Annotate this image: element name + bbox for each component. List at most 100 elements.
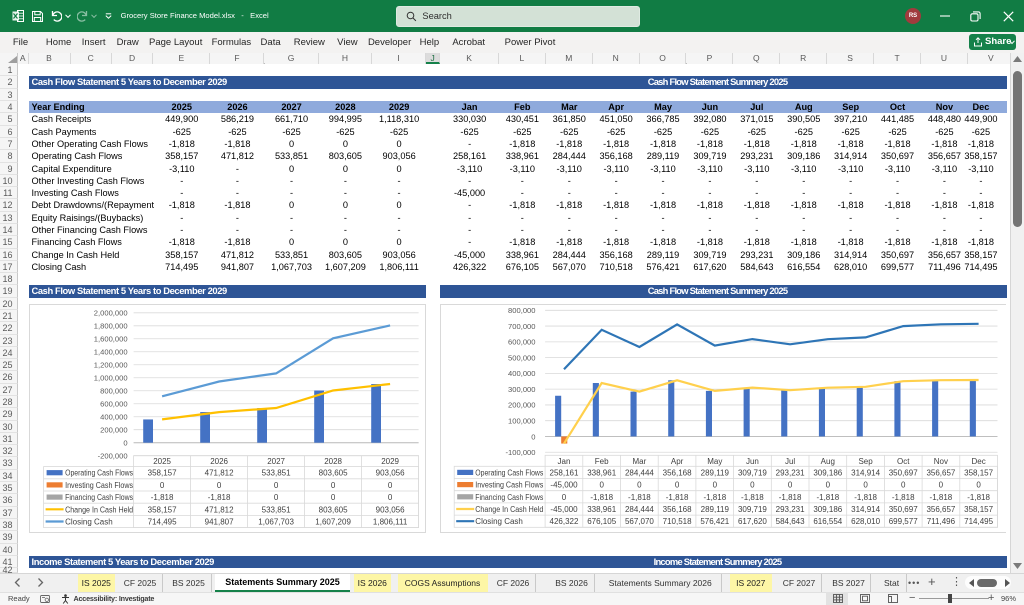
svg-text:314,914: 314,914 xyxy=(851,505,880,514)
svg-text:May: May xyxy=(707,457,722,466)
svg-text:0: 0 xyxy=(274,493,279,502)
svg-text:0: 0 xyxy=(825,481,830,490)
svg-text:309,186: 309,186 xyxy=(813,505,842,514)
svg-text:-1,818: -1,818 xyxy=(967,493,990,502)
svg-text:1,607,209: 1,607,209 xyxy=(315,518,351,527)
svg-text:2028: 2028 xyxy=(324,457,342,466)
svg-text:2026: 2026 xyxy=(210,457,228,466)
svg-text:Jul: Jul xyxy=(784,457,794,466)
svg-text:Closing Cash: Closing Cash xyxy=(475,517,523,526)
svg-text:338,961: 338,961 xyxy=(587,469,616,478)
svg-text:-200,000: -200,000 xyxy=(98,452,128,461)
svg-text:Jun: Jun xyxy=(745,457,758,466)
svg-text:Investing Cash Flows: Investing Cash Flows xyxy=(65,481,133,490)
svg-text:0: 0 xyxy=(331,481,336,490)
svg-text:-1,818: -1,818 xyxy=(891,493,914,502)
svg-text:Aug: Aug xyxy=(820,457,834,466)
svg-text:100,000: 100,000 xyxy=(508,417,535,426)
svg-text:356,168: 356,168 xyxy=(662,469,691,478)
svg-text:941,807: 941,807 xyxy=(205,518,234,527)
svg-text:-1,818: -1,818 xyxy=(854,493,877,502)
svg-text:Investing Cash Flows: Investing Cash Flows xyxy=(475,481,543,490)
svg-text:1,200,000: 1,200,000 xyxy=(94,361,128,370)
svg-text:600,000: 600,000 xyxy=(508,338,535,347)
svg-text:Financing Cash Flows: Financing Cash Flows xyxy=(65,493,133,502)
svg-text:Operating Cash Flows: Operating Cash Flows xyxy=(475,469,543,478)
svg-text:676,105: 676,105 xyxy=(587,517,616,526)
svg-text:Closing Cash: Closing Cash xyxy=(65,518,113,527)
svg-text:903,056: 903,056 xyxy=(376,505,405,514)
svg-text:289,119: 289,119 xyxy=(700,505,729,514)
svg-text:Change In Cash Held: Change In Cash Held xyxy=(475,505,543,514)
svg-text:293,231: 293,231 xyxy=(775,469,804,478)
svg-text:Dec: Dec xyxy=(971,457,985,466)
svg-text:-1,818: -1,818 xyxy=(816,493,839,502)
svg-text:0: 0 xyxy=(217,481,222,490)
svg-text:600,000: 600,000 xyxy=(100,400,127,409)
svg-text:Apr: Apr xyxy=(670,457,683,466)
svg-text:500,000: 500,000 xyxy=(508,354,535,363)
svg-text:426,322: 426,322 xyxy=(549,517,578,526)
svg-text:584,643: 584,643 xyxy=(775,517,804,526)
svg-text:350,697: 350,697 xyxy=(888,469,917,478)
svg-text:Feb: Feb xyxy=(594,457,608,466)
svg-text:Financing Cash Flows: Financing Cash Flows xyxy=(475,493,543,502)
svg-text:-1,818: -1,818 xyxy=(703,493,726,502)
svg-text:2025: 2025 xyxy=(153,457,171,466)
svg-text:1,067,703: 1,067,703 xyxy=(258,518,294,527)
svg-text:358,157: 358,157 xyxy=(148,505,177,514)
svg-text:0: 0 xyxy=(531,432,535,441)
svg-text:471,812: 471,812 xyxy=(205,469,234,478)
svg-text:258,161: 258,161 xyxy=(549,469,578,478)
svg-text:314,914: 314,914 xyxy=(851,469,880,478)
svg-text:1,400,000: 1,400,000 xyxy=(94,348,128,357)
svg-text:803,605: 803,605 xyxy=(319,469,348,478)
svg-text:0: 0 xyxy=(160,481,165,490)
svg-text:710,518: 710,518 xyxy=(662,517,691,526)
svg-text:350,697: 350,697 xyxy=(888,505,917,514)
svg-text:Mar: Mar xyxy=(632,457,646,466)
svg-text:358,157: 358,157 xyxy=(148,469,177,478)
svg-text:-1,818: -1,818 xyxy=(929,493,952,502)
svg-text:0: 0 xyxy=(938,481,943,490)
svg-text:-1,818: -1,818 xyxy=(741,493,764,502)
svg-text:Oct: Oct xyxy=(896,457,909,466)
svg-text:576,421: 576,421 xyxy=(700,517,729,526)
svg-text:0: 0 xyxy=(976,481,981,490)
svg-text:284,444: 284,444 xyxy=(624,505,653,514)
svg-text:-1,818: -1,818 xyxy=(665,493,688,502)
svg-text:Operating Cash Flows: Operating Cash Flows xyxy=(65,469,133,478)
svg-text:0: 0 xyxy=(331,493,336,502)
svg-text:-1,818: -1,818 xyxy=(208,493,231,502)
svg-text:Jan: Jan xyxy=(557,457,570,466)
svg-text:800,000: 800,000 xyxy=(508,306,535,315)
svg-text:1,600,000: 1,600,000 xyxy=(94,335,128,344)
svg-text:200,000: 200,000 xyxy=(100,426,127,435)
svg-text:356,168: 356,168 xyxy=(662,505,691,514)
svg-text:700,000: 700,000 xyxy=(508,322,535,331)
svg-text:358,157: 358,157 xyxy=(964,469,993,478)
svg-text:356,657: 356,657 xyxy=(926,505,955,514)
svg-text:0: 0 xyxy=(599,481,604,490)
svg-text:1,000,000: 1,000,000 xyxy=(94,374,128,383)
svg-text:0: 0 xyxy=(274,481,279,490)
svg-text:Nov: Nov xyxy=(933,457,947,466)
svg-text:-100,000: -100,000 xyxy=(505,448,535,457)
svg-text:800,000: 800,000 xyxy=(100,387,127,396)
svg-text:300,000: 300,000 xyxy=(508,385,535,394)
svg-text:-1,818: -1,818 xyxy=(151,493,174,502)
svg-text:358,157: 358,157 xyxy=(964,505,993,514)
svg-text:289,119: 289,119 xyxy=(700,469,729,478)
svg-text:2,000,000: 2,000,000 xyxy=(94,309,128,318)
svg-text:Change In Cash Held: Change In Cash Held xyxy=(65,505,133,514)
svg-text:-45,000: -45,000 xyxy=(550,481,578,490)
svg-text:2029: 2029 xyxy=(381,457,399,466)
svg-text:356,657: 356,657 xyxy=(926,469,955,478)
svg-text:0: 0 xyxy=(750,481,755,490)
svg-text:567,070: 567,070 xyxy=(624,517,653,526)
svg-text:0: 0 xyxy=(123,439,127,448)
svg-text:803,605: 803,605 xyxy=(319,505,348,514)
svg-text:0: 0 xyxy=(561,493,566,502)
svg-text:400,000: 400,000 xyxy=(100,413,127,422)
svg-text:-1,818: -1,818 xyxy=(778,493,801,502)
